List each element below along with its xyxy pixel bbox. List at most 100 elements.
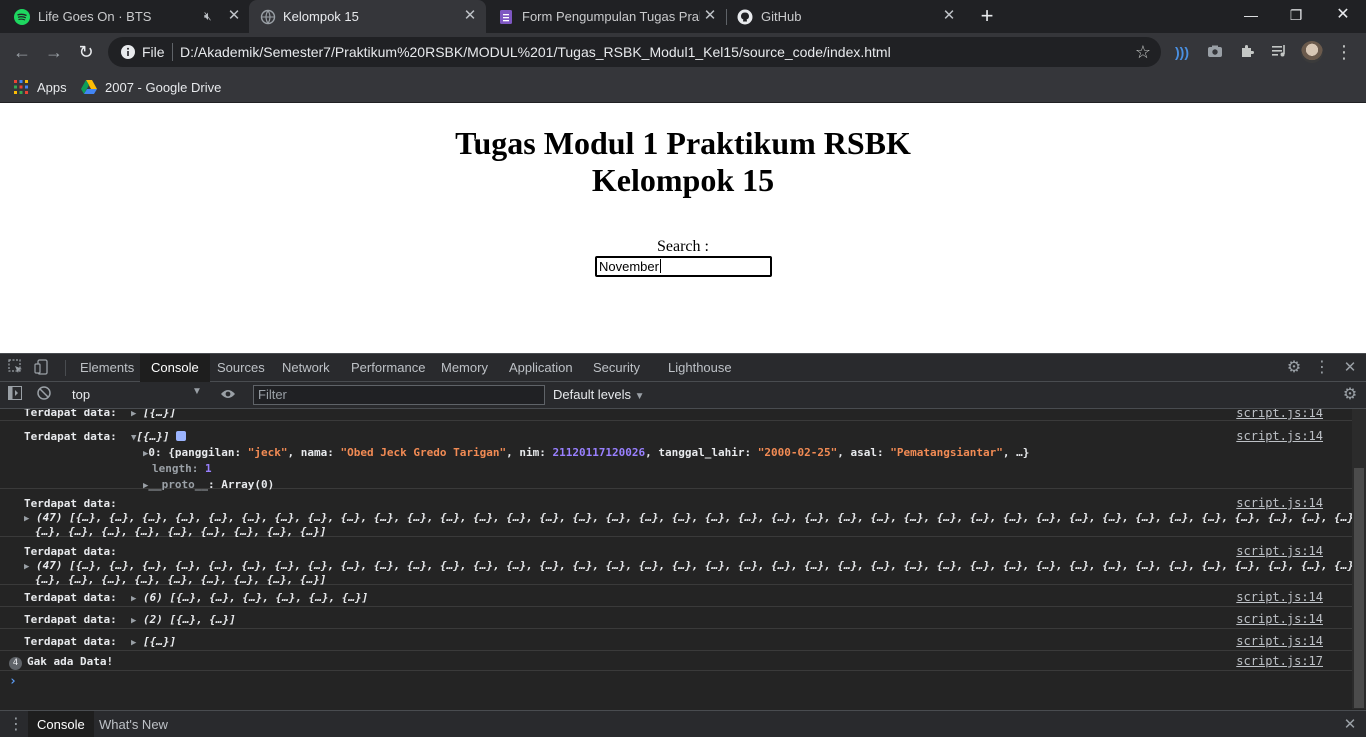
- source-link[interactable]: script.js:14: [1236, 634, 1323, 648]
- puzzle-extensions-icon[interactable]: [1238, 43, 1256, 61]
- log-value[interactable]: ▶ (47) [{…}, {…}, {…}, {…}, {…}, {…}, {……: [24, 559, 1352, 572]
- console-message[interactable]: Terdapat data: ▶ (2) [{…}, {…}] script.j…: [0, 607, 1352, 629]
- source-link[interactable]: script.js:14: [1236, 590, 1323, 604]
- eye-icon[interactable]: [219, 386, 237, 404]
- forward-arrow-icon[interactable]: →: [43, 41, 65, 63]
- chevron-down-icon[interactable]: ▼: [192, 386, 202, 397]
- close-tab-icon[interactable]: ✕: [226, 8, 242, 24]
- console-prompt-icon[interactable]: ›: [9, 674, 17, 689]
- console-settings-gear-icon[interactable]: ⚙: [1341, 386, 1359, 404]
- expand-triangle-icon[interactable]: ▶: [131, 409, 136, 419]
- new-tab-button[interactable]: +: [977, 5, 997, 27]
- minimize-icon[interactable]: —: [1241, 5, 1261, 25]
- browser-tab-strip: Life Goes On · BTS 🔇︎ ✕ Kelompok 15 ✕ Fo…: [0, 0, 1366, 33]
- log-label: Terdapat data:: [24, 635, 117, 648]
- tab-github[interactable]: GitHub ✕: [727, 0, 967, 33]
- console-message[interactable]: Terdapat data: ▶ [{…}] script.js:14: [0, 629, 1352, 651]
- devtools-tab-lighthouse[interactable]: Lighthouse: [657, 354, 743, 382]
- source-link[interactable]: script.js:14: [1236, 409, 1323, 420]
- console-message[interactable]: Terdapat data: ▶ (6) [{…}, {…}, {…}, {…}…: [0, 585, 1352, 607]
- expand-triangle-icon[interactable]: ▶: [24, 562, 29, 572]
- devtools-tab-sources[interactable]: Sources: [206, 354, 276, 382]
- tab-spotify[interactable]: Life Goes On · BTS 🔇︎ ✕: [0, 0, 245, 33]
- devtools-panel: Elements Console Sources Network Perform…: [0, 353, 1366, 737]
- source-link[interactable]: script.js:14: [1236, 544, 1323, 558]
- url-text[interactable]: D:/Akademik/Semester7/Praktikum%20RSBK/M…: [180, 44, 891, 60]
- log-label: Terdapat data:: [24, 591, 117, 604]
- console-message[interactable]: Terdapat data: script.js:14 ▶ (47) [{…},…: [0, 489, 1352, 538]
- log-value[interactable]: ▶ (2) [{…}, {…}]: [131, 613, 236, 626]
- back-arrow-icon[interactable]: ←: [11, 41, 33, 63]
- log-levels-label: Default levels: [553, 387, 632, 402]
- search-input[interactable]: November: [595, 256, 772, 277]
- expand-triangle-icon[interactable]: ▶: [24, 514, 29, 524]
- log-levels-dropdown[interactable]: Default levels ▼: [553, 387, 645, 402]
- info-icon[interactable]: [120, 44, 136, 60]
- devtools-tab-memory[interactable]: Memory: [430, 354, 499, 382]
- drawer-menu-icon[interactable]: ⋮: [7, 716, 25, 734]
- tab-google-form[interactable]: Form Pengumpulan Tugas Prakti ✕: [486, 0, 726, 33]
- close-drawer-icon[interactable]: ✕: [1341, 716, 1359, 734]
- bookmark-apps[interactable]: Apps: [14, 76, 67, 98]
- log-value-text: (47) [{…}, {…}, {…}, {…}, {…}, {…}, {…},…: [36, 511, 1352, 524]
- devtools-tab-network[interactable]: Network: [271, 354, 341, 382]
- chrome-menu-icon[interactable]: ⋮: [1335, 43, 1353, 61]
- extension-audio-icon[interactable]: ))): [1173, 43, 1191, 61]
- expand-triangle-icon[interactable]: ▶: [131, 616, 136, 626]
- tab-kelompok-15[interactable]: Kelompok 15 ✕: [249, 0, 486, 33]
- source-link[interactable]: script.js:14: [1236, 429, 1323, 443]
- devtools-tab-application[interactable]: Application: [498, 354, 584, 382]
- console-message-expanded[interactable]: Terdapat data: ▼[{…}] script.js:14 ▶0: {…: [0, 421, 1352, 491]
- bookmark-google-drive[interactable]: 2007 - Google Drive: [81, 76, 221, 98]
- sidebar-toggle-icon[interactable]: [6, 386, 24, 404]
- more-options-icon[interactable]: ⋮: [1313, 359, 1331, 377]
- devtools-tab-performance[interactable]: Performance: [340, 354, 436, 382]
- camera-extension-icon[interactable]: [1206, 43, 1224, 61]
- close-devtools-icon[interactable]: ✕: [1341, 359, 1359, 377]
- bookmark-star-icon[interactable]: ☆: [1135, 41, 1151, 63]
- globe-icon: [260, 9, 276, 25]
- media-queue-icon[interactable]: [1270, 43, 1288, 61]
- drawer-tab-whats-new[interactable]: What's New: [90, 711, 177, 737]
- object-key: {panggilan:: [168, 446, 248, 459]
- speaker-muted-icon[interactable]: 🔇︎: [204, 9, 212, 24]
- expand-triangle-icon[interactable]: ▶: [131, 594, 136, 604]
- console-message[interactable]: 4 Gak ada Data! script.js:17: [0, 651, 1352, 671]
- address-bar[interactable]: File D:/Akademik/Semester7/Praktikum%20R…: [108, 37, 1161, 67]
- log-value[interactable]: ▼[{…}]: [131, 430, 187, 443]
- log-value[interactable]: ▶ [{…}]: [131, 409, 176, 419]
- execution-context-select[interactable]: top: [72, 387, 90, 402]
- source-link[interactable]: script.js:14: [1236, 612, 1323, 626]
- source-link[interactable]: script.js:17: [1236, 654, 1323, 668]
- console-message[interactable]: Terdapat data: ▶ [{…}] script.js:14: [0, 409, 1352, 421]
- console-message[interactable]: Terdapat data: script.js:14 ▶ (47) [{…},…: [0, 537, 1352, 586]
- drawer-tab-console[interactable]: Console: [28, 711, 94, 737]
- close-tab-icon[interactable]: ✕: [462, 8, 478, 24]
- close-tab-icon[interactable]: ✕: [941, 8, 957, 24]
- value-tanggal-lahir: "2000-02-25": [757, 446, 838, 459]
- devtools-tab-security[interactable]: Security: [582, 354, 651, 382]
- array-item-0[interactable]: ▶0: {panggilan: "jeck", nama: "Obed Jeck…: [143, 446, 1029, 459]
- close-tab-icon[interactable]: ✕: [702, 8, 718, 24]
- reload-icon[interactable]: ↻: [75, 41, 97, 63]
- restore-icon[interactable]: ❐: [1286, 5, 1306, 25]
- profile-avatar[interactable]: [1301, 41, 1323, 63]
- log-value[interactable]: ▶ [{…}]: [131, 635, 176, 648]
- close-window-icon[interactable]: ✕: [1333, 5, 1353, 25]
- device-toolbar-icon[interactable]: [33, 359, 51, 377]
- log-label: Terdapat data:: [24, 430, 117, 443]
- clear-console-icon[interactable]: [35, 386, 53, 404]
- log-value[interactable]: ▶ (6) [{…}, {…}, {…}, {…}, {…}, {…}]: [131, 591, 368, 604]
- devtools-tab-console[interactable]: Console: [140, 354, 210, 382]
- console-scrollbar-thumb[interactable]: [1354, 468, 1364, 708]
- log-value[interactable]: ▶ (47) [{…}, {…}, {…}, {…}, {…}, {…}, {……: [24, 511, 1352, 524]
- expand-triangle-icon[interactable]: ▶: [131, 638, 136, 648]
- console-filter-input[interactable]: Filter: [253, 385, 545, 405]
- devtools-tab-elements[interactable]: Elements: [69, 354, 145, 382]
- value-nim: 21120117120026: [552, 446, 646, 459]
- tab-title: Life Goes On · BTS: [38, 9, 152, 24]
- source-link[interactable]: script.js:14: [1236, 496, 1323, 510]
- settings-gear-icon[interactable]: ⚙: [1285, 359, 1303, 377]
- inspect-element-icon[interactable]: [7, 359, 25, 377]
- spotify-icon: [14, 9, 30, 25]
